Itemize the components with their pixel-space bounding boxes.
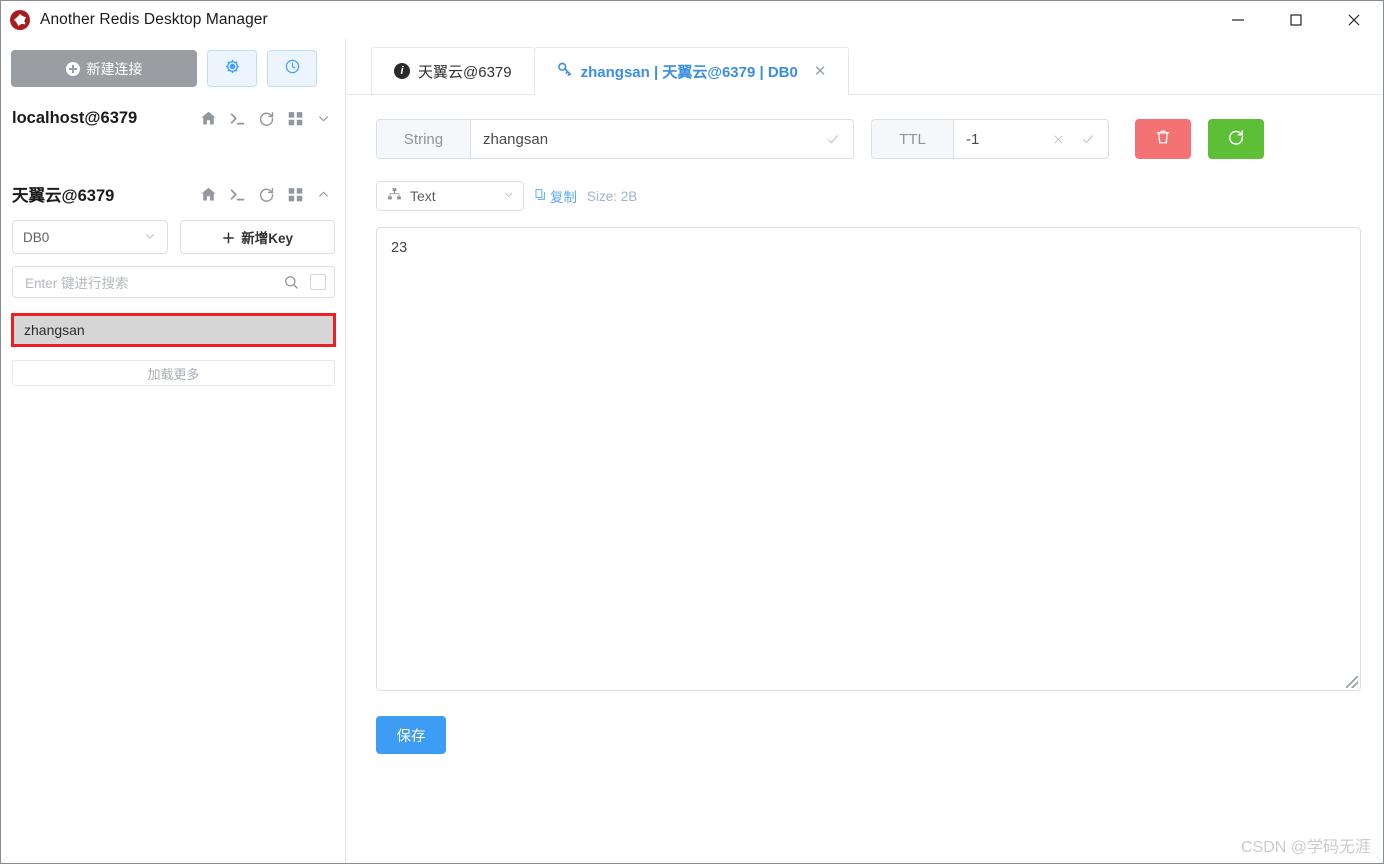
console-icon[interactable] bbox=[229, 110, 246, 127]
search-input[interactable]: Enter 键进行搜索 bbox=[12, 266, 335, 298]
db-select[interactable]: DB0 bbox=[12, 220, 168, 254]
value-editor-wrap: 23 bbox=[346, 211, 1383, 691]
ttl-value: -1 bbox=[966, 130, 980, 148]
copy-label: 复制 bbox=[550, 190, 577, 205]
key-highlight-annotation: zhangsan bbox=[11, 313, 336, 347]
sitemap-icon bbox=[387, 187, 402, 205]
app-window: Another Redis Desktop Manager 新建连接 local… bbox=[0, 0, 1384, 864]
home-icon[interactable] bbox=[200, 186, 217, 203]
refresh-key-button[interactable] bbox=[1208, 119, 1264, 159]
chevron-up-icon[interactable] bbox=[316, 187, 331, 202]
maximize-icon[interactable] bbox=[1267, 1, 1325, 39]
magnifier-icon[interactable] bbox=[283, 274, 300, 291]
refresh-icon[interactable] bbox=[258, 110, 275, 127]
tab-label: 天翼云@6379 bbox=[418, 63, 512, 81]
minimize-icon[interactable] bbox=[1209, 1, 1267, 39]
search-row: Enter 键进行搜索 bbox=[2, 254, 345, 298]
sidebar-connection-tianyiyun[interactable]: 天翼云@6379 bbox=[2, 182, 345, 206]
clock-icon bbox=[284, 58, 301, 80]
key-toolbar: String zhangsan TTL -1 bbox=[346, 95, 1383, 159]
app-title: Another Redis Desktop Manager bbox=[40, 11, 268, 28]
key-name-field-group: String zhangsan bbox=[376, 119, 854, 159]
format-value: Text bbox=[410, 188, 436, 204]
plus-icon bbox=[65, 61, 80, 76]
db-select-value: DB0 bbox=[23, 229, 50, 245]
chevron-down-icon[interactable] bbox=[316, 111, 331, 126]
refresh-icon bbox=[1227, 128, 1245, 151]
home-icon[interactable] bbox=[200, 110, 217, 127]
ttl-label: TTL bbox=[872, 120, 954, 158]
value-text: 23 bbox=[391, 240, 408, 256]
main-panel: i 天翼云@6379 zhangsan | 天翼云@6379 | DB0 ✕ S… bbox=[346, 39, 1383, 863]
delete-key-button[interactable] bbox=[1135, 119, 1191, 159]
format-select[interactable]: Text bbox=[376, 181, 524, 211]
load-more-label: 加载更多 bbox=[147, 366, 200, 382]
check-icon[interactable] bbox=[1080, 131, 1096, 147]
window-controls bbox=[1209, 1, 1383, 39]
info-icon: i bbox=[394, 63, 410, 79]
trash-icon bbox=[1154, 128, 1172, 151]
grid-icon[interactable] bbox=[287, 186, 304, 203]
ttl-input[interactable]: -1 bbox=[954, 120, 1108, 158]
watermark: CSDN @学码无涯 bbox=[1240, 839, 1371, 856]
tab-connection-info[interactable]: i 天翼云@6379 bbox=[371, 47, 535, 94]
gear-icon bbox=[224, 58, 241, 80]
key-name-value: zhangsan bbox=[483, 130, 549, 148]
tab-key-zhangsan[interactable]: zhangsan | 天翼云@6379 | DB0 ✕ bbox=[533, 47, 850, 95]
list-item[interactable]: zhangsan bbox=[14, 316, 333, 344]
key-name-input[interactable]: zhangsan bbox=[471, 120, 853, 158]
copy-icon bbox=[534, 188, 547, 204]
copy-button[interactable]: 复制 bbox=[534, 186, 577, 206]
search-regex-checkbox[interactable] bbox=[310, 274, 326, 290]
key-label: zhangsan bbox=[24, 322, 85, 338]
connection-actions bbox=[200, 110, 331, 127]
sidebar-connection-localhost[interactable]: localhost@6379 bbox=[2, 109, 345, 128]
sidebar: 新建连接 localhost@6379 天翼云@6379 DB0 ＋ 新增Key… bbox=[2, 39, 346, 863]
key-icon bbox=[557, 61, 573, 81]
db-toolbar: DB0 ＋ 新增Key bbox=[2, 206, 345, 254]
refresh-icon[interactable] bbox=[258, 186, 275, 203]
value-textarea[interactable]: 23 bbox=[376, 227, 1361, 691]
new-connection-label: 新建连接 bbox=[86, 60, 143, 77]
load-more-button[interactable]: 加载更多 bbox=[12, 360, 335, 386]
connection-name: 天翼云@6379 bbox=[12, 187, 115, 205]
history-button[interactable] bbox=[267, 50, 317, 87]
settings-button[interactable] bbox=[207, 50, 257, 87]
grid-icon[interactable] bbox=[287, 110, 304, 127]
chevron-down-icon bbox=[143, 229, 157, 246]
redis-logo-icon bbox=[10, 10, 30, 30]
save-label: 保存 bbox=[396, 728, 426, 745]
close-icon[interactable]: ✕ bbox=[814, 62, 827, 80]
value-toolbar: Text 复制 Size: 2B bbox=[346, 159, 1383, 211]
check-icon[interactable] bbox=[825, 131, 841, 147]
resize-grip-icon[interactable] bbox=[1346, 676, 1358, 688]
new-connection-button[interactable]: 新建连接 bbox=[11, 50, 197, 87]
add-key-label: 新增Key bbox=[241, 231, 294, 246]
plus-icon: ＋ bbox=[221, 231, 236, 246]
key-type-label: String bbox=[377, 120, 471, 158]
title-bar: Another Redis Desktop Manager bbox=[1, 1, 1383, 39]
close-icon[interactable] bbox=[1325, 1, 1383, 39]
tab-label: zhangsan | 天翼云@6379 | DB0 bbox=[580, 63, 798, 81]
add-key-button[interactable]: ＋ 新增Key bbox=[179, 220, 335, 254]
sidebar-toolbar: 新建连接 bbox=[2, 39, 345, 87]
connection-actions bbox=[200, 186, 331, 203]
search-placeholder: Enter 键进行搜索 bbox=[25, 276, 129, 291]
clear-icon[interactable] bbox=[1051, 132, 1066, 147]
console-icon[interactable] bbox=[229, 186, 246, 203]
save-button[interactable]: 保存 bbox=[376, 716, 446, 754]
chevron-down-icon bbox=[502, 188, 515, 204]
ttl-field-group: TTL -1 bbox=[871, 119, 1109, 159]
connection-name: localhost@6379 bbox=[12, 109, 138, 127]
value-size-label: Size: 2B bbox=[587, 188, 638, 204]
tab-bar: i 天翼云@6379 zhangsan | 天翼云@6379 | DB0 ✕ bbox=[346, 39, 1383, 95]
